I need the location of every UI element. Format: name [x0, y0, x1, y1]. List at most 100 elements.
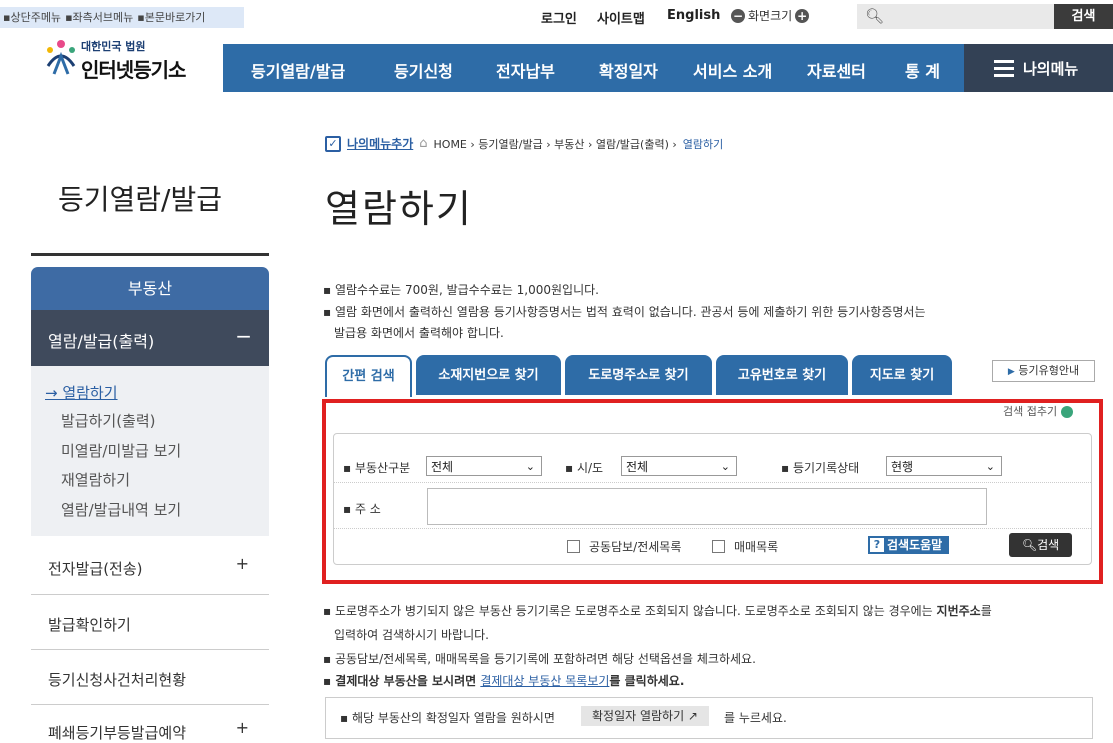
- fold-search-toggle[interactable]: 검색 접추기: [1003, 403, 1073, 419]
- sidebar-item-history[interactable]: 열람/발급내역 보기: [61, 499, 181, 520]
- sidebar-group-case-status[interactable]: 등기신청사건처리현황: [31, 649, 269, 705]
- notice-road-bold: 지번주소: [936, 604, 981, 618]
- breadcrumb-path[interactable]: HOME › 등기열람/발급 › 부동산 › 열람/발급(출력) ›: [434, 136, 677, 152]
- property-type-value: 전체: [431, 460, 454, 474]
- sidebar-item-unviewed[interactable]: 미열람/미발급 보기: [61, 440, 181, 461]
- question-icon: ?: [870, 538, 884, 552]
- divider: [334, 528, 1091, 529]
- checkbox-icon: ✓: [325, 135, 341, 152]
- fixed-date-notice-text: ▪ 해당 부동산의 확정일자 열람을 원하시면: [340, 711, 555, 725]
- notice-payment-tail: 를 클릭하세요.: [609, 674, 685, 688]
- skip-link-side[interactable]: ▪좌측서브메뉴: [65, 11, 133, 24]
- tab-simple-search[interactable]: 간편 검색: [325, 355, 412, 397]
- search-help-label: 검색도움말: [887, 538, 943, 552]
- chevron-down-icon: ⌄: [720, 460, 730, 473]
- tab-lot-number[interactable]: 소재지번으로 찾기: [416, 355, 561, 395]
- record-status-select[interactable]: 현행 ⌄: [886, 456, 1002, 476]
- main-nav: 등기열람/발급 등기신청 전자납부 확정일자 서비스 소개 자료센터 통 계: [223, 44, 964, 92]
- trade-list-checkbox[interactable]: [712, 540, 725, 553]
- property-type-select[interactable]: 전체 ⌄: [426, 456, 542, 476]
- nav-item-resources[interactable]: 자료센터: [807, 58, 866, 82]
- search-icon: 🔍︎: [1021, 538, 1038, 552]
- property-type-label: ▪ 부동산구분: [343, 461, 411, 475]
- search-help-button[interactable]: ? 검색도움말: [868, 536, 949, 554]
- city-select[interactable]: 전체 ⌄: [621, 456, 737, 476]
- sidebar-group-label: 전자발급(전송): [48, 560, 143, 578]
- notice-road-address: ▪ 도로명주소가 병기되지 않은 부동산 등기기록은 도로명주소로 조회되지 않…: [323, 602, 992, 619]
- fixed-date-notice-tail: 를 누르세요.: [724, 711, 787, 725]
- chevron-down-icon: ⌄: [525, 460, 535, 473]
- sitemap-link[interactable]: 사이트맵: [597, 8, 645, 27]
- arrow-right-icon: ▶: [1007, 367, 1015, 377]
- sidebar-category: 부동산: [31, 267, 269, 310]
- search-submit-label: 검색: [1037, 538, 1060, 552]
- my-menu-button[interactable]: 나의메뉴: [964, 44, 1113, 92]
- nav-item-payment[interactable]: 전자납부: [496, 58, 555, 82]
- tab-unique-number[interactable]: 고유번호로 찾기: [716, 355, 848, 395]
- notice-road-tail: 를: [980, 604, 992, 618]
- nav-item-view-issue[interactable]: 등기열람/발급: [251, 58, 345, 82]
- fixed-date-view-button[interactable]: 확정일자 열람하기 ↗: [581, 706, 709, 726]
- fold-label: 검색 접추기: [1003, 405, 1058, 418]
- sidebar-group-view-issue[interactable]: 열람/발급(출력) −: [31, 310, 269, 366]
- skip-link-main[interactable]: ▪상단주메뉴: [3, 11, 61, 24]
- sidebar-group-label: 열람/발급(출력): [48, 332, 155, 351]
- city-label: ▪ 시/도: [565, 461, 604, 475]
- expand-icon: +: [235, 554, 249, 573]
- logo-title: 인터넷등기소: [81, 58, 186, 82]
- zoom-out-icon[interactable]: −: [731, 8, 745, 23]
- record-status-label: ▪ 등기기록상태: [781, 461, 860, 475]
- fixed-date-notice-box: ▪ 해당 부동산의 확정일자 열람을 원하시면 확정일자 열람하기 ↗ 를 누르…: [325, 697, 1093, 739]
- site-logo[interactable]: 대한민국 법원 인터넷등기소: [42, 34, 222, 90]
- payment-list-link[interactable]: 결제대상 부동산 목록보기: [480, 674, 609, 688]
- sidebar-submenu: → 열람하기 발급하기(출력) 미열람/미발급 보기 재열람하기 열람/발급내역…: [31, 366, 269, 536]
- breadcrumb: ✓ 나의메뉴추가 ⌂ HOME › 등기열람/발급 › 부동산 › 열람/발급(…: [325, 135, 723, 152]
- tab-road-address[interactable]: 도로명주소로 찾기: [565, 355, 712, 395]
- sidebar-group-label: 발급확인하기: [48, 616, 131, 634]
- nav-item-stats[interactable]: 통 계: [905, 58, 940, 82]
- search-icon: 🔍︎: [865, 7, 885, 25]
- search-submit-button[interactable]: 🔍︎검색: [1009, 533, 1072, 557]
- sidebar-group-e-issue[interactable]: 전자발급(전송) +: [31, 537, 269, 595]
- sidebar-group-label: 등기신청사건처리현황: [48, 671, 187, 689]
- address-input[interactable]: [427, 488, 987, 525]
- court-emblem-icon: [46, 40, 76, 75]
- zoom-label: 화면크기: [748, 9, 793, 23]
- home-icon: ⌂: [419, 136, 428, 151]
- logo-subtitle: 대한민국 법원: [81, 40, 146, 53]
- nav-item-service[interactable]: 서비스 소개: [693, 58, 772, 82]
- tab-map[interactable]: 지도로 찾기: [852, 355, 952, 395]
- english-link[interactable]: English: [667, 8, 720, 23]
- skip-link-content[interactable]: ▪본문바로가기: [137, 11, 205, 24]
- collapse-icon: −: [235, 324, 252, 348]
- sidebar-item-issue[interactable]: 발급하기(출력): [61, 410, 156, 431]
- hamburger-icon: [994, 60, 1014, 81]
- nav-item-fixed-date[interactable]: 확정일자: [599, 58, 658, 82]
- sidebar-item-view[interactable]: → 열람하기: [45, 382, 118, 403]
- nav-item-apply[interactable]: 등기신청: [394, 58, 453, 82]
- sidebar-group-label: 폐쇄등기부등발급예약: [48, 724, 187, 742]
- notice-fee: ▪ 열람수수료는 700원, 발급수수료는 1,000원입니다.: [323, 283, 599, 297]
- joint-collateral-checkbox[interactable]: [567, 540, 580, 553]
- type-guide-button[interactable]: ▶ 등기유형안내: [992, 360, 1095, 382]
- notice-legal-cont: 발급용 화면에서 출력해야 합니다.: [334, 326, 504, 340]
- sidebar-divider: [31, 253, 269, 256]
- sidebar-item-review[interactable]: 재열람하기: [61, 469, 130, 490]
- skip-links: ▪상단주메뉴 ▪좌측서브메뉴 ▪본문바로가기: [0, 7, 244, 28]
- site-search-button[interactable]: 검색: [1054, 4, 1113, 29]
- notice-legal: ▪ 열람 화면에서 출력하신 열람용 등기사항증명서는 법적 효력이 없습니다.…: [323, 305, 926, 319]
- notice-payment-text: ▪ 결제대상 부동산을 보시려면: [323, 674, 481, 688]
- login-link[interactable]: 로그인: [541, 8, 577, 27]
- address-label: ▪ 주 소: [343, 502, 381, 516]
- site-search-input[interactable]: 🔍︎: [857, 4, 1054, 29]
- joint-collateral-label: 공동담보/전세목록: [589, 540, 682, 554]
- notice-options: ▪ 공동담보/전세목록, 매매목록을 등기기록에 포함하려면 해당 선택옵션을 …: [323, 652, 756, 666]
- notice-road-text: ▪ 도로명주소가 병기되지 않은 부동산 등기기록은 도로명주소로 조회되지 않…: [323, 604, 937, 618]
- divider: [334, 482, 1091, 483]
- add-my-menu-link[interactable]: 나의메뉴추가: [347, 135, 413, 152]
- my-menu-label: 나의메뉴: [1023, 60, 1079, 78]
- sidebar-group-closed-reserve[interactable]: 폐쇄등기부등발급예약 +: [31, 704, 269, 742]
- sidebar-group-verify[interactable]: 발급확인하기: [31, 594, 269, 650]
- zoom-in-icon[interactable]: +: [795, 8, 810, 23]
- notice-payment: ▪ 결제대상 부동산을 보시려면 결제대상 부동산 목록보기를 클릭하세요.: [323, 672, 684, 689]
